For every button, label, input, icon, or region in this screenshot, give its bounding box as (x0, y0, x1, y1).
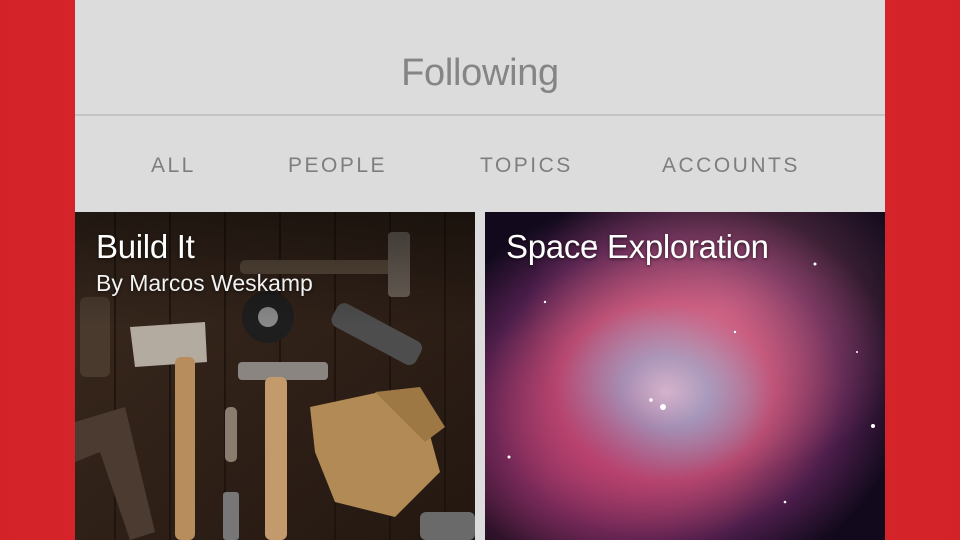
tab-all[interactable]: ALL (151, 154, 196, 178)
tab-people[interactable]: PEOPLE (288, 154, 387, 178)
card-title: Build It (96, 228, 195, 265)
card-title: Space Exploration (506, 228, 769, 265)
tab-accounts[interactable]: ACCOUNTS (662, 154, 800, 178)
page-title: Following (401, 51, 559, 94)
card-space-exploration[interactable]: Space Exploration (485, 212, 885, 540)
header: Following (75, 0, 885, 116)
app-panel: Following ALL PEOPLE TOPICS ACCOUNTS Bui… (75, 0, 885, 540)
card-build-it[interactable]: Build It By Marcos Weskamp (75, 212, 475, 540)
tab-topics[interactable]: TOPICS (480, 154, 573, 178)
card-subtitle: By Marcos Weskamp (96, 270, 313, 296)
tab-bar: ALL PEOPLE TOPICS ACCOUNTS (75, 116, 885, 212)
